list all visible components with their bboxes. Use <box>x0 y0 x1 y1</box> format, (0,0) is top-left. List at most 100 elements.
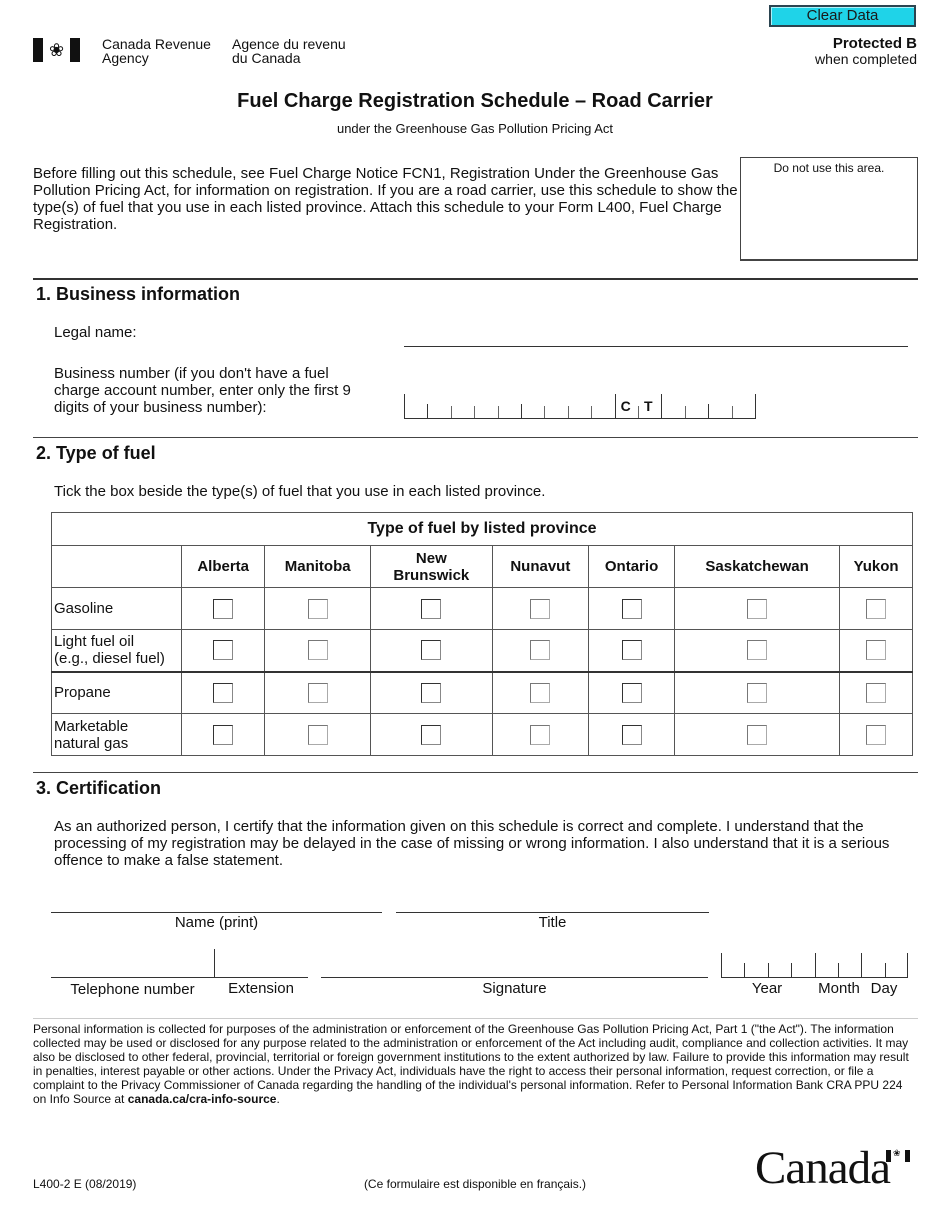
telephone-input[interactable] <box>51 977 214 978</box>
checkbox-cell <box>588 587 676 630</box>
bn-cell-divider <box>544 406 546 418</box>
checkbox-cell <box>674 713 841 756</box>
bn-cell-divider <box>661 394 663 418</box>
fuel-checkbox[interactable] <box>213 640 234 661</box>
fuel-checkbox[interactable] <box>421 640 442 661</box>
province-header: Yukon <box>839 545 913 588</box>
section-divider <box>33 278 918 280</box>
signature-input[interactable] <box>321 977 708 978</box>
fuel-checkbox[interactable] <box>621 598 642 619</box>
checkbox-cell <box>674 671 841 714</box>
fuel-checkbox[interactable] <box>747 640 768 661</box>
date-input[interactable] <box>721 953 908 978</box>
fuel-checkbox[interactable] <box>213 598 234 619</box>
checkbox-cell <box>264 629 372 673</box>
date-cell-divider <box>884 963 886 977</box>
fuel-checkbox[interactable] <box>866 640 887 661</box>
fuel-checkbox[interactable] <box>866 682 887 703</box>
checkbox-cell <box>674 587 841 630</box>
fuel-type-label: Propane <box>51 671 182 714</box>
bn-cell-divider <box>404 394 405 418</box>
table-row: Marketable natural gas <box>51 713 913 756</box>
fuel-checkbox[interactable] <box>747 598 768 619</box>
fuel-checkbox[interactable] <box>530 598 551 619</box>
fuel-checkbox[interactable] <box>530 724 551 745</box>
province-header: Ontario <box>588 545 676 588</box>
fuel-checkbox[interactable] <box>621 724 642 745</box>
intro-text: Before filling out this schedule, see Fu… <box>33 165 738 233</box>
privacy-end: . <box>276 1092 280 1106</box>
fuel-checkbox[interactable] <box>307 724 328 745</box>
business-number-input[interactable]: CT <box>404 394 756 419</box>
clear-data-button[interactable]: Clear Data <box>769 5 916 27</box>
bn-cell-divider <box>474 406 476 418</box>
fuel-checkbox[interactable] <box>621 640 642 661</box>
certification-statement: As an authorized person, I certify that … <box>54 818 890 869</box>
extension-label: Extension <box>228 980 294 997</box>
bn-cell-divider <box>638 406 639 418</box>
fuel-checkbox[interactable] <box>307 598 328 619</box>
day-label: Day <box>870 980 898 997</box>
table-caption: Type of fuel by listed province <box>51 512 913 546</box>
fuel-type-label: Gasoline <box>51 587 182 630</box>
fuel-type-label: Light fuel oil (e.g., diesel fuel) <box>51 629 182 673</box>
agency-name-en: Canada Revenue Agency <box>102 37 211 65</box>
checkbox-cell <box>839 629 913 673</box>
bn-cell-divider <box>497 406 499 418</box>
fuel-checkbox[interactable] <box>307 640 328 661</box>
fuel-checkbox[interactable] <box>621 682 642 703</box>
business-number-label: Business number (if you don't have a fue… <box>54 365 351 416</box>
fuel-checkbox[interactable] <box>421 598 442 619</box>
page-subtitle: under the Greenhouse Gas Pollution Prici… <box>336 121 614 136</box>
checkbox-cell <box>588 629 676 673</box>
checkbox-cell <box>491 629 590 673</box>
fuel-checkbox[interactable] <box>421 682 442 703</box>
fuel-checkbox[interactable] <box>213 724 234 745</box>
extension-input[interactable] <box>214 977 308 978</box>
bn-cell-divider <box>427 404 429 418</box>
fuel-checkbox[interactable] <box>307 682 328 703</box>
fuel-checkbox[interactable] <box>213 682 234 703</box>
section3-heading: 3. Certification <box>36 778 162 798</box>
date-cell-divider <box>721 953 722 977</box>
bn-prefix-letter: C <box>620 398 631 414</box>
date-cell-divider <box>837 963 839 977</box>
province-header: New Brunswick <box>370 545 493 588</box>
table-row: Light fuel oil (e.g., diesel fuel) <box>51 629 913 673</box>
agency-fr-line1: Agence du revenu <box>232 36 346 52</box>
bn-cell-divider <box>567 406 569 418</box>
legal-name-label: Legal name: <box>54 324 137 341</box>
fuel-checkbox[interactable] <box>530 682 551 703</box>
fuel-checkbox[interactable] <box>747 682 768 703</box>
agency-fr-line2: du Canada <box>232 50 301 66</box>
bn-cell-divider <box>521 404 522 418</box>
checkbox-cell <box>180 671 266 714</box>
legal-name-input[interactable] <box>404 346 908 347</box>
checkbox-cell <box>839 713 913 756</box>
fuel-checkbox[interactable] <box>421 724 442 745</box>
empty-header-cell <box>51 545 182 588</box>
checkbox-cell <box>370 713 493 756</box>
name-print-input[interactable] <box>51 912 382 913</box>
bn-cell-divider <box>591 406 593 418</box>
agency-en-line1: Canada Revenue <box>102 36 211 52</box>
bn-cell-divider <box>755 394 756 418</box>
title-input[interactable] <box>396 912 709 913</box>
section-divider <box>33 437 918 438</box>
title-label: Title <box>538 914 567 931</box>
date-cell-divider <box>814 953 816 977</box>
info-source-link[interactable]: canada.ca/cra-info-source <box>128 1092 277 1106</box>
checkbox-cell <box>839 587 913 630</box>
date-cell-divider <box>791 963 793 977</box>
fuel-checkbox[interactable] <box>866 598 887 619</box>
province-header: Saskatchewan <box>674 545 841 588</box>
fuel-checkbox[interactable] <box>866 724 887 745</box>
fuel-checkbox[interactable] <box>747 724 768 745</box>
table-row: Propane <box>51 671 913 714</box>
bn-cell-divider <box>708 404 710 418</box>
protected-note: when completed <box>815 51 917 67</box>
fuel-checkbox[interactable] <box>530 640 551 661</box>
section-divider <box>33 772 918 773</box>
year-label: Year <box>751 980 783 997</box>
checkbox-cell <box>180 713 266 756</box>
